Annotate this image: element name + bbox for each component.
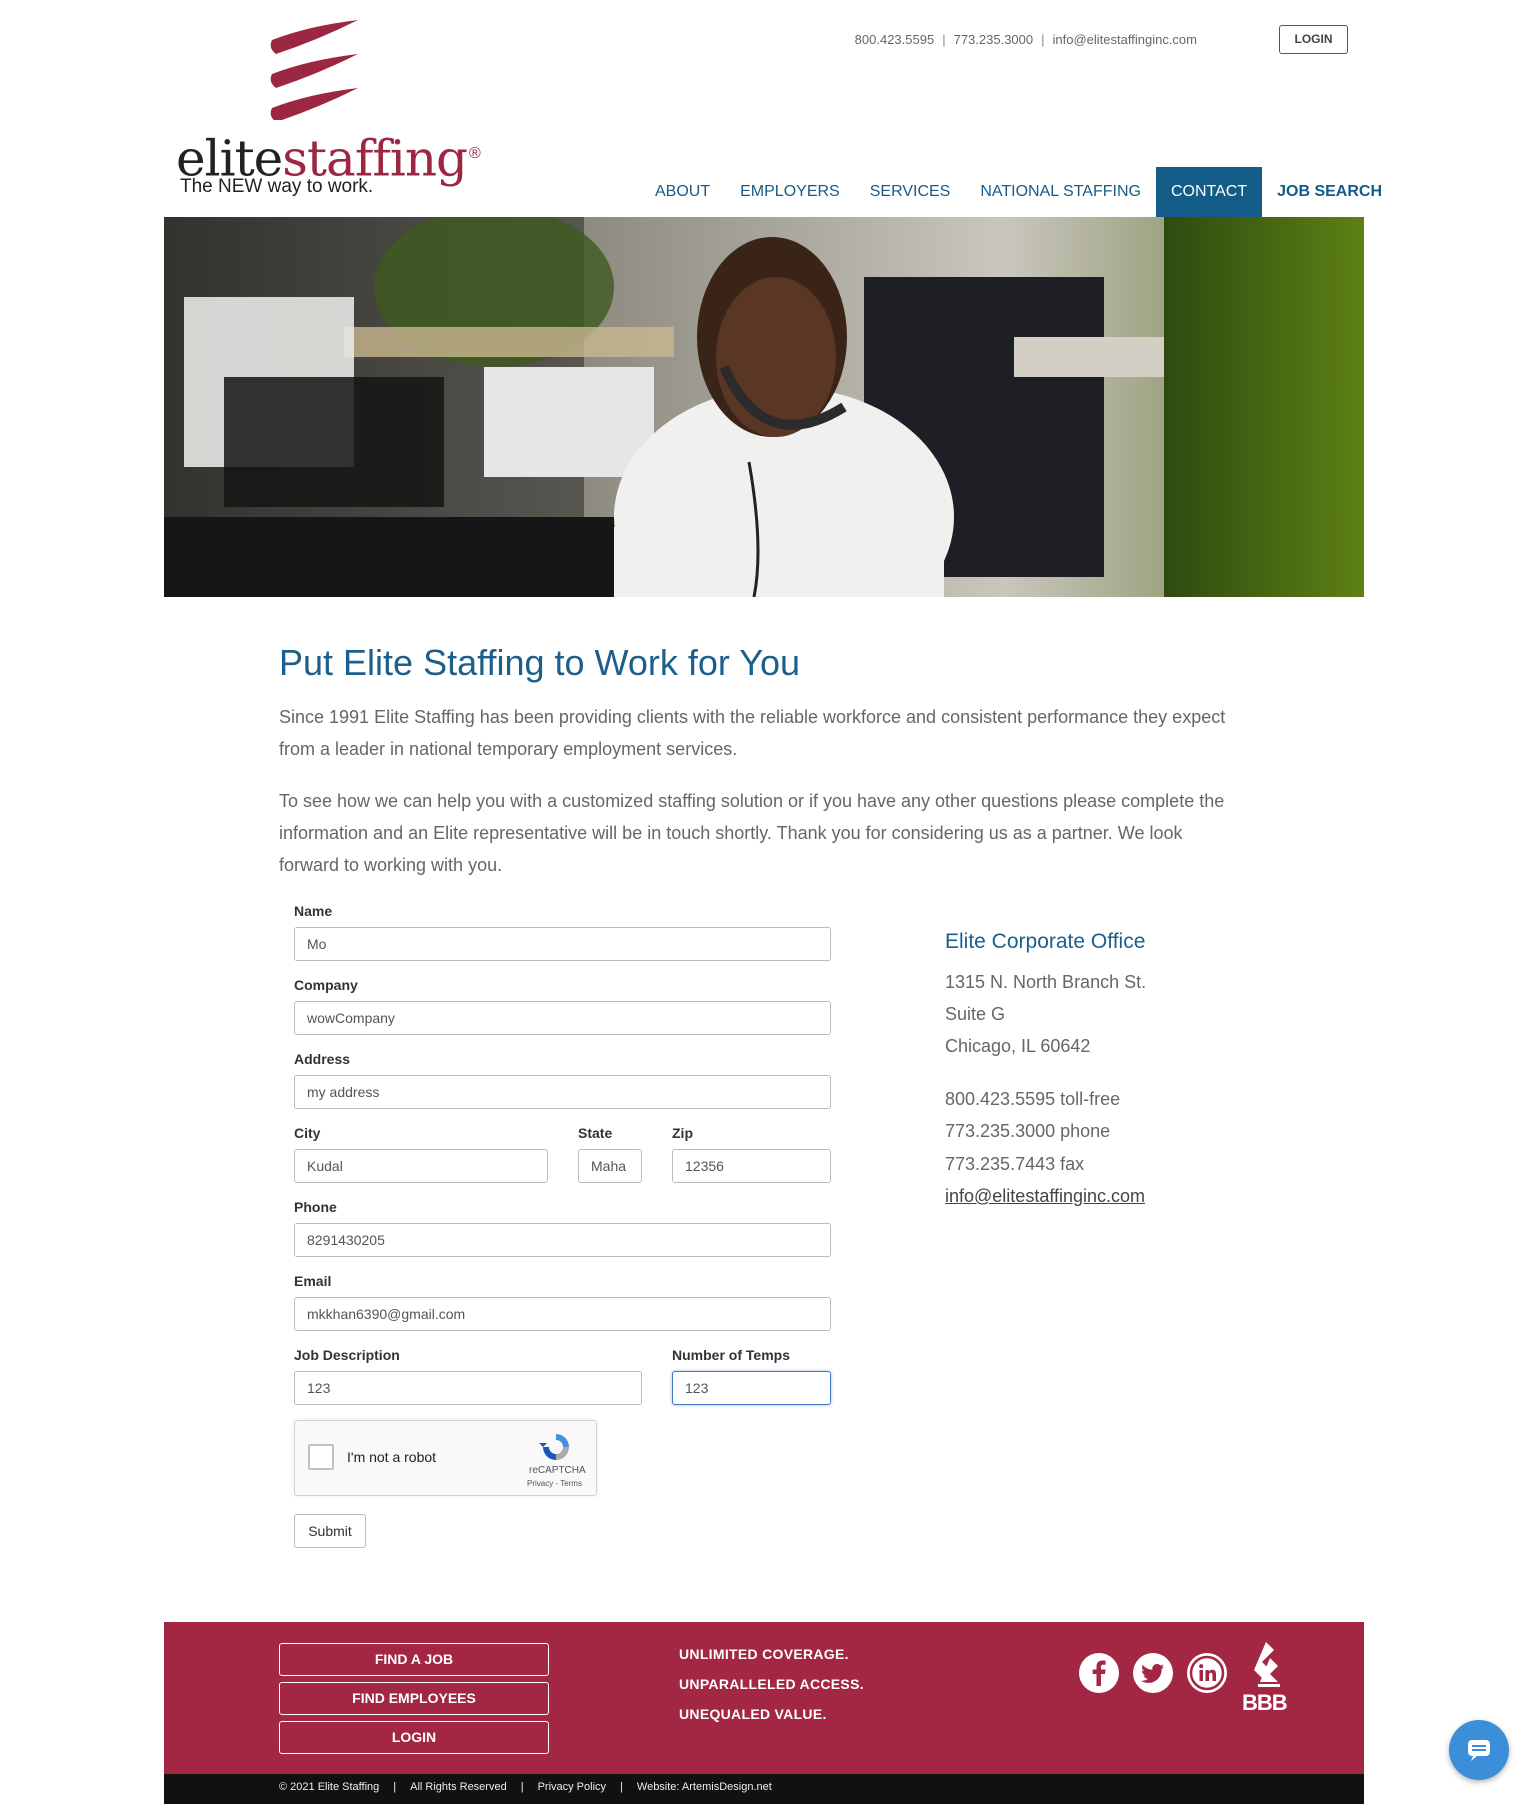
office-phone: 773.235.3000 phone: [945, 1121, 1111, 1141]
number-of-temps-field[interactable]: 123: [672, 1371, 831, 1405]
chat-icon: [1468, 1740, 1490, 1761]
footer-bottom-bar: © 2021 Elite Staffing | All Rights Reserve…: [164, 1774, 1364, 1804]
phone-field[interactable]: 8291430205: [294, 1223, 831, 1257]
submit-button[interactable]: Submit: [294, 1514, 366, 1548]
header-phone-tollfree[interactable]: 800.423.5595: [855, 32, 935, 47]
name-field[interactable]: Mo: [294, 927, 831, 961]
hero-image: [164, 217, 1364, 597]
company-field[interactable]: wowCompany: [294, 1001, 831, 1035]
footer-find-employees-button[interactable]: FIND EMPLOYEES: [279, 1682, 549, 1715]
instructions-line: information and an Elite representative …: [279, 823, 1183, 843]
logo-tagline: The NEW way to work.: [180, 176, 374, 197]
intro-paragraph: Since 1991 Elite Staffing has been provi…: [279, 701, 1254, 765]
bbb-logo-icon[interactable]: BBB: [1240, 1640, 1300, 1725]
website-credit-link[interactable]: Website: ArtemisDesign.net: [637, 1781, 772, 1793]
chat-widget-button[interactable]: [1449, 1720, 1509, 1780]
separator: |: [620, 1781, 623, 1793]
nav-item-national-staffing[interactable]: NATIONAL STAFFING: [965, 167, 1156, 217]
page-title: Put Elite Staffing to Work for You: [279, 642, 800, 683]
nav-item-about[interactable]: ABOUT: [640, 167, 725, 217]
recaptcha-checkbox[interactable]: [308, 1444, 334, 1470]
instructions-line: forward to working with you.: [279, 855, 503, 875]
office-city: Chicago, IL 60642: [945, 1036, 1091, 1056]
recaptcha-widget: I'm not a robot reCAPTCHA Privacy - Term…: [294, 1420, 597, 1496]
privacy-policy-link[interactable]: Privacy Policy: [538, 1781, 606, 1793]
header-email-link[interactable]: info@elitestaffinginc.com: [1053, 32, 1197, 47]
main-nav: ABOUT EMPLOYERS SERVICES NATIONAL STAFFI…: [640, 167, 1397, 217]
state-field[interactable]: Maha: [578, 1149, 642, 1183]
office-suite: Suite G: [945, 1004, 1006, 1024]
name-label: Name: [294, 903, 333, 919]
nav-item-employers[interactable]: EMPLOYERS: [725, 167, 855, 217]
office-street: 1315 N. North Branch St.: [945, 972, 1147, 992]
instructions-paragraph: To see how we can help you with a custom…: [279, 785, 1254, 881]
logo-mark-icon[interactable]: [268, 18, 363, 120]
zip-field[interactable]: 12356: [672, 1149, 831, 1183]
instructions-line: To see how we can help you with a custom…: [279, 791, 1225, 811]
separator: |: [1041, 32, 1045, 47]
footer-find-a-job-button[interactable]: FIND A JOB: [279, 1643, 549, 1676]
number-of-temps-label: Number of Temps: [672, 1347, 790, 1363]
address-label: Address: [294, 1051, 351, 1067]
bbb-text: BBB: [1242, 1690, 1288, 1715]
facebook-icon[interactable]: [1079, 1653, 1119, 1693]
office-email-link[interactable]: info@elitestaffinginc.com: [945, 1186, 1145, 1207]
job-description-label: Job Description: [294, 1347, 400, 1363]
intro-line: Since 1991 Elite Staffing has been provi…: [279, 707, 1226, 727]
phone-label: Phone: [294, 1199, 337, 1215]
twitter-icon[interactable]: [1133, 1653, 1173, 1693]
recaptcha-label: I'm not a robot: [347, 1449, 437, 1465]
city-field[interactable]: Kudal: [294, 1149, 548, 1183]
recaptcha-logo-icon: [539, 1434, 569, 1460]
company-label: Company: [294, 977, 358, 993]
copyright-text: © 2021 Elite Staffing: [279, 1781, 380, 1793]
footer-slogan: UNLIMITED COVERAGE.: [679, 1646, 849, 1662]
footer-slogan: UNEQUALED VALUE.: [679, 1706, 827, 1722]
email-field[interactable]: mkkhan6390@gmail.com: [294, 1297, 831, 1331]
rights-text: All Rights Reserved: [410, 1781, 507, 1793]
office-title: Elite Corporate Office: [945, 930, 1146, 953]
recaptcha-links[interactable]: Privacy - Terms: [527, 1479, 582, 1488]
header-contact-line: 800.423.5595 | 773.235.3000 | info@elitestaf…: [855, 32, 1197, 47]
footer-legal-line: © 2021 Elite Staffing | All Rights Reserve…: [279, 1781, 772, 1793]
office-tollfree: 800.423.5595 toll-free: [945, 1089, 1121, 1109]
nav-item-services[interactable]: SERVICES: [855, 167, 966, 217]
address-field[interactable]: my address: [294, 1075, 831, 1109]
footer-login-button[interactable]: LOGIN: [279, 1721, 549, 1754]
city-label: City: [294, 1125, 321, 1141]
nav-item-contact[interactable]: CONTACT: [1155, 167, 1263, 217]
nav-item-job-search[interactable]: JOB SEARCH: [1262, 167, 1397, 217]
header-phone-local[interactable]: 773.235.3000: [954, 32, 1034, 47]
job-description-field[interactable]: 123: [294, 1371, 642, 1405]
linkedin-icon[interactable]: [1187, 1653, 1227, 1693]
office-fax: 773.235.7443 fax: [945, 1154, 1085, 1174]
separator: |: [520, 1781, 524, 1793]
zip-label: Zip: [672, 1125, 693, 1141]
recaptcha-brand: reCAPTCHA: [529, 1465, 586, 1476]
registered-mark: ®: [469, 145, 481, 162]
separator: |: [393, 1781, 397, 1793]
state-label: State: [578, 1125, 613, 1141]
site-footer: FIND A JOB FIND EMPLOYEES LOGIN UNLIMITE…: [164, 1622, 1364, 1774]
email-label: Email: [294, 1273, 332, 1289]
separator: |: [942, 32, 946, 47]
header-login-button[interactable]: LOGIN: [1279, 25, 1348, 54]
footer-slogan: UNPARALLELED ACCESS.: [679, 1676, 864, 1692]
intro-line: from a leader in national temporary empl…: [279, 739, 738, 759]
